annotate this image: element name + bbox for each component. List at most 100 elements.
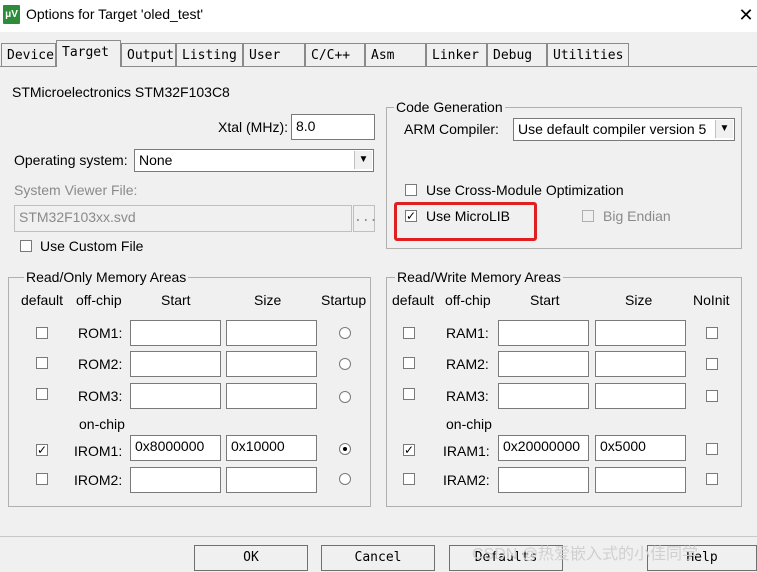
iram1-start-input[interactable]: 0x20000000 xyxy=(498,435,589,461)
ram2-size-input[interactable] xyxy=(595,351,686,377)
iram2-start-input[interactable] xyxy=(498,467,589,493)
rom1-start-input[interactable] xyxy=(130,320,221,346)
custom-file-label: Use Custom File xyxy=(40,238,144,254)
ro-header-startup: Startup xyxy=(321,292,367,308)
ro-header-default: default xyxy=(21,292,64,308)
irom1-size-input[interactable]: 0x10000 xyxy=(226,435,317,461)
svf-browse-button: ... xyxy=(353,205,377,232)
iram1-noinit-checkbox[interactable] xyxy=(706,443,718,455)
rom3-label: ROM3: xyxy=(78,388,123,404)
compiler-select-value: Use default compiler version 5 xyxy=(518,121,707,137)
footer-divider xyxy=(0,536,757,537)
ram2-label: RAM2: xyxy=(446,356,489,372)
rom2-label: ROM2: xyxy=(78,356,123,372)
ram1-label: RAM1: xyxy=(446,325,489,341)
rom3-start-input[interactable] xyxy=(130,383,221,409)
cross-module-checkbox[interactable] xyxy=(405,184,417,196)
cancel-button[interactable]: Cancel xyxy=(321,545,435,571)
ram3-size-input[interactable] xyxy=(595,383,686,409)
tab-target[interactable]: Target xyxy=(56,40,121,67)
tab-utilities[interactable]: Utilities xyxy=(547,43,629,66)
os-label: Operating system: xyxy=(14,152,128,168)
iram1-default-checkbox[interactable]: ✓ xyxy=(403,444,415,456)
cross-module-label: Use Cross-Module Optimization xyxy=(426,182,624,198)
ro-header-size: Size xyxy=(254,292,282,308)
ro-onchip-label: on-chip xyxy=(79,416,125,432)
window-title: Options for Target 'oled_test' xyxy=(26,6,204,22)
irom1-label: IROM1: xyxy=(74,443,123,459)
irom2-startup-radio[interactable] xyxy=(339,473,351,485)
svf-input: STM32F103xx.svd xyxy=(14,205,352,232)
os-select-value: None xyxy=(139,152,173,168)
device-name: STMicroelectronics STM32F103C8 xyxy=(12,84,230,100)
ram3-noinit-checkbox[interactable] xyxy=(706,390,718,402)
tab-user[interactable]: User xyxy=(243,43,305,66)
rom1-label: ROM1: xyxy=(78,325,123,341)
tab-listing[interactable]: Listing xyxy=(176,43,243,66)
ram1-start-input[interactable] xyxy=(498,320,589,346)
tab-linker[interactable]: Linker xyxy=(426,43,487,66)
close-icon[interactable]: ✕ xyxy=(735,2,757,28)
rom2-start-input[interactable] xyxy=(130,351,221,377)
microlib-highlight-box xyxy=(394,202,537,241)
rw-header-size: Size xyxy=(625,292,653,308)
rom3-default-checkbox[interactable] xyxy=(36,388,48,400)
rom1-startup-radio[interactable] xyxy=(339,327,351,339)
svf-label: System Viewer File: xyxy=(14,182,138,198)
rw-header-noinit: NoInit xyxy=(693,292,730,308)
irom1-default-checkbox[interactable]: ✓ xyxy=(36,444,48,456)
rw-header-offchip: off-chip xyxy=(445,292,491,308)
tab-debug[interactable]: Debug xyxy=(487,43,547,66)
uvision-app-icon: μV xyxy=(3,5,20,24)
chevron-down-icon[interactable]: ▼ xyxy=(715,120,733,138)
tab-c-cpp[interactable]: C/C++ xyxy=(305,43,365,66)
rom1-default-checkbox[interactable] xyxy=(36,327,48,339)
xtal-input[interactable]: 8.0 xyxy=(291,114,375,140)
ram1-size-input[interactable] xyxy=(595,320,686,346)
ram2-start-input[interactable] xyxy=(498,351,589,377)
irom2-default-checkbox[interactable] xyxy=(36,473,48,485)
irom2-start-input[interactable] xyxy=(130,467,221,493)
iram2-noinit-checkbox[interactable] xyxy=(706,473,718,485)
compiler-label: ARM Compiler: xyxy=(404,121,499,137)
rom1-size-input[interactable] xyxy=(226,320,317,346)
xtal-label: Xtal (MHz): xyxy=(218,119,288,135)
code-generation-title: Code Generation xyxy=(394,99,505,115)
compiler-select[interactable]: Use default compiler version 5 ▼ xyxy=(513,118,735,141)
ram1-noinit-checkbox[interactable] xyxy=(706,327,718,339)
rom2-default-checkbox[interactable] xyxy=(36,357,48,369)
ram3-start-input[interactable] xyxy=(498,383,589,409)
iram1-size-input[interactable]: 0x5000 xyxy=(595,435,686,461)
ram2-default-checkbox[interactable] xyxy=(403,357,415,369)
iram2-default-checkbox[interactable] xyxy=(403,473,415,485)
ram3-default-checkbox[interactable] xyxy=(403,388,415,400)
iram2-label: IRAM2: xyxy=(443,472,490,488)
rw-memory-title: Read/Write Memory Areas xyxy=(395,269,563,285)
iram1-label: IRAM1: xyxy=(443,443,490,459)
rom2-size-input[interactable] xyxy=(226,351,317,377)
rom3-startup-radio[interactable] xyxy=(339,391,351,403)
os-select[interactable]: None ▼ xyxy=(134,149,374,172)
irom1-start-input[interactable]: 0x8000000 xyxy=(130,435,221,461)
ro-header-start: Start xyxy=(161,292,191,308)
irom1-startup-radio[interactable] xyxy=(339,443,351,455)
big-endian-checkbox xyxy=(582,210,594,222)
rw-onchip-label: on-chip xyxy=(446,416,492,432)
rom3-size-input[interactable] xyxy=(226,383,317,409)
rw-header-default: default xyxy=(392,292,435,308)
tab-device[interactable]: Device xyxy=(1,43,56,66)
ro-memory-title: Read/Only Memory Areas xyxy=(24,269,189,285)
irom2-size-input[interactable] xyxy=(226,467,317,493)
custom-file-checkbox[interactable] xyxy=(20,240,32,252)
ram2-noinit-checkbox[interactable] xyxy=(706,358,718,370)
iram2-size-input[interactable] xyxy=(595,467,686,493)
big-endian-label: Big Endian xyxy=(603,208,671,224)
ok-button[interactable]: OK xyxy=(194,545,308,571)
rom2-startup-radio[interactable] xyxy=(339,358,351,370)
tab-asm[interactable]: Asm xyxy=(365,43,426,66)
ram1-default-checkbox[interactable] xyxy=(403,327,415,339)
rw-header-start: Start xyxy=(530,292,560,308)
chevron-down-icon[interactable]: ▼ xyxy=(354,151,372,169)
tab-output[interactable]: Output xyxy=(121,43,176,66)
irom2-label: IROM2: xyxy=(74,472,123,488)
